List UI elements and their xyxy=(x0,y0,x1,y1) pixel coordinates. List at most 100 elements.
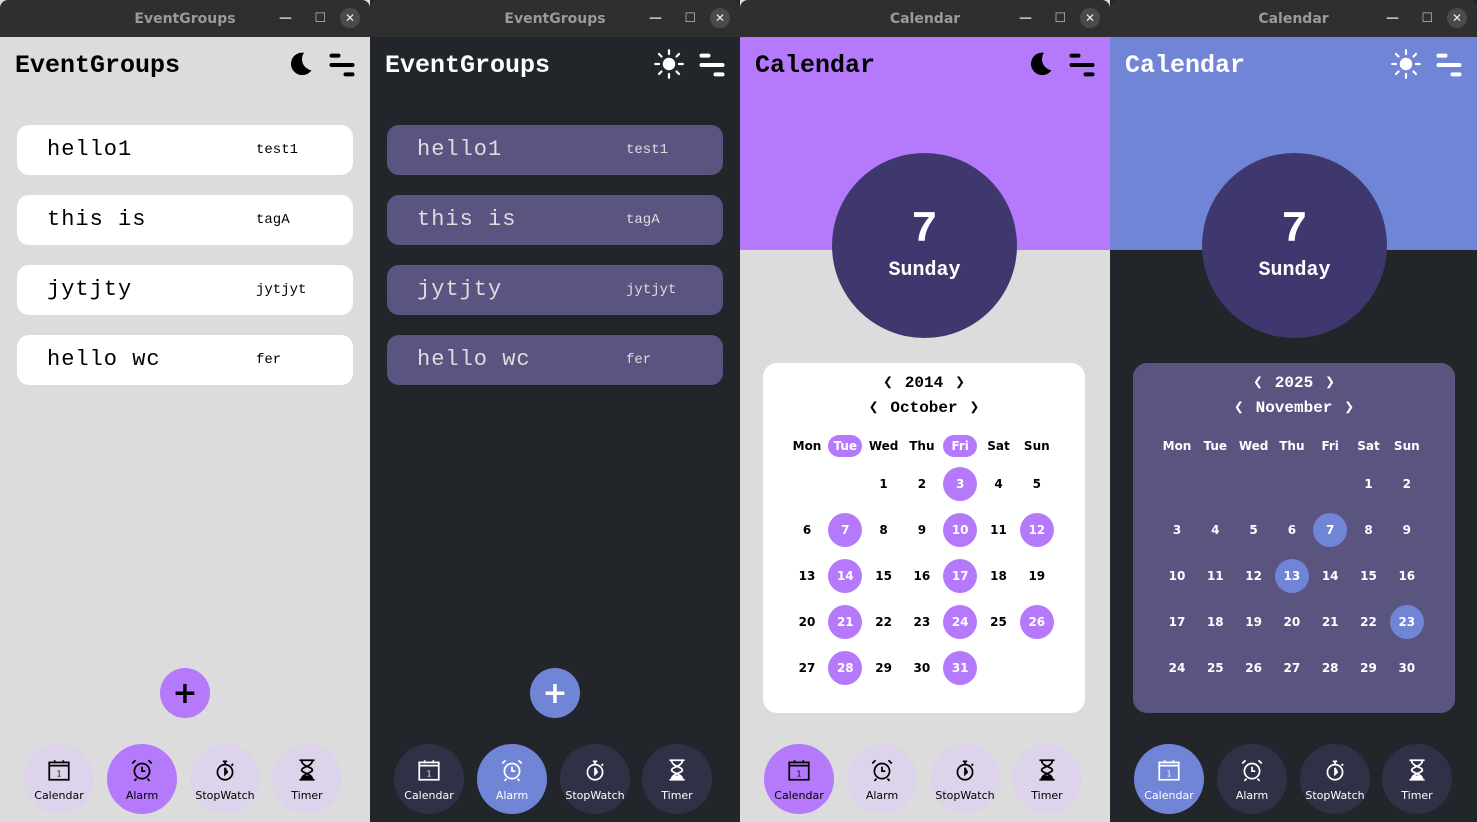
moon-icon[interactable] xyxy=(1024,49,1054,79)
sun-icon[interactable] xyxy=(1391,49,1421,79)
menu-icon[interactable] xyxy=(1068,51,1096,79)
menu-icon[interactable] xyxy=(1435,51,1463,79)
day-cell[interactable]: 9 xyxy=(905,513,939,547)
nav-alarm[interactable]: Alarm xyxy=(107,744,177,814)
minimize-button[interactable]: — xyxy=(1386,0,1399,37)
day-cell[interactable]: 22 xyxy=(867,605,901,639)
nav-alarm[interactable]: Alarm xyxy=(847,744,917,814)
prev-year-button[interactable]: ❮ xyxy=(1253,374,1263,392)
close-button[interactable]: ✕ xyxy=(710,8,730,28)
maximize-button[interactable]: ☐ xyxy=(314,0,326,37)
day-cell[interactable]: 28 xyxy=(828,651,863,685)
day-cell[interactable]: 6 xyxy=(790,513,824,547)
day-cell[interactable]: 15 xyxy=(1352,559,1386,593)
day-cell[interactable]: 8 xyxy=(1352,513,1386,547)
add-group-button[interactable]: + xyxy=(160,668,210,718)
day-cell[interactable]: 26 xyxy=(1019,605,1054,639)
sun-icon[interactable] xyxy=(654,49,684,79)
day-cell[interactable]: 17 xyxy=(1160,605,1194,639)
day-cell[interactable]: 7 xyxy=(828,513,863,547)
title-bar[interactable]: Calendar — ☐ ✕ xyxy=(740,0,1110,37)
minimize-button[interactable]: — xyxy=(279,0,292,37)
close-button[interactable]: ✕ xyxy=(1447,8,1467,28)
day-cell[interactable]: 23 xyxy=(905,605,939,639)
add-group-button[interactable]: + xyxy=(530,668,580,718)
day-cell[interactable]: 4 xyxy=(1198,513,1232,547)
day-cell[interactable]: 17 xyxy=(943,559,978,593)
group-card[interactable]: jytjty jytjyt xyxy=(17,265,353,315)
nav-calendar[interactable]: 1 Calendar xyxy=(394,744,464,814)
next-year-button[interactable]: ❯ xyxy=(1325,374,1335,392)
day-cell[interactable]: 25 xyxy=(982,605,1016,639)
day-cell[interactable]: 5 xyxy=(1237,513,1271,547)
day-cell[interactable]: 10 xyxy=(1160,559,1194,593)
day-cell[interactable]: 2 xyxy=(905,467,939,501)
day-cell[interactable]: 4 xyxy=(982,467,1016,501)
nav-timer[interactable]: Timer xyxy=(642,744,712,814)
day-cell[interactable]: 27 xyxy=(790,651,824,685)
group-card[interactable]: hello1 test1 xyxy=(387,125,723,175)
day-cell[interactable]: 11 xyxy=(982,513,1016,547)
moon-icon[interactable] xyxy=(284,49,314,79)
day-cell[interactable]: 2 xyxy=(1390,467,1424,501)
nav-timer[interactable]: Timer xyxy=(272,744,342,814)
day-cell[interactable]: 5 xyxy=(1020,467,1054,501)
day-cell[interactable]: 18 xyxy=(1198,605,1232,639)
day-cell[interactable]: 22 xyxy=(1352,605,1386,639)
prev-month-button[interactable]: ❮ xyxy=(1234,399,1244,417)
day-cell[interactable]: 19 xyxy=(1020,559,1054,593)
day-cell[interactable]: 7 xyxy=(1313,513,1348,547)
day-cell[interactable]: 25 xyxy=(1198,651,1232,685)
day-cell[interactable]: 21 xyxy=(1313,605,1347,639)
maximize-button[interactable]: ☐ xyxy=(1054,0,1066,37)
day-cell[interactable]: 3 xyxy=(1160,513,1194,547)
day-cell[interactable]: 30 xyxy=(905,651,939,685)
group-card[interactable]: hello1 test1 xyxy=(17,125,353,175)
close-button[interactable]: ✕ xyxy=(340,8,360,28)
day-cell[interactable]: 13 xyxy=(1274,559,1309,593)
nav-stopwatch[interactable]: StopWatch xyxy=(930,744,1000,814)
day-cell[interactable]: 1 xyxy=(1352,467,1386,501)
maximize-button[interactable]: ☐ xyxy=(684,0,696,37)
day-cell[interactable]: 12 xyxy=(1237,559,1271,593)
day-cell[interactable]: 8 xyxy=(867,513,901,547)
day-cell[interactable]: 9 xyxy=(1390,513,1424,547)
day-cell[interactable]: 18 xyxy=(982,559,1016,593)
group-card[interactable]: this is tagA xyxy=(387,195,723,245)
group-card[interactable]: hello wc fer xyxy=(17,335,353,385)
day-cell[interactable]: 19 xyxy=(1237,605,1271,639)
nav-calendar[interactable]: 1 Calendar xyxy=(24,744,94,814)
day-cell[interactable]: 10 xyxy=(943,513,978,547)
prev-year-button[interactable]: ❮ xyxy=(883,374,893,392)
next-year-button[interactable]: ❯ xyxy=(955,374,965,392)
day-cell[interactable]: 29 xyxy=(1352,651,1386,685)
day-cell[interactable]: 15 xyxy=(867,559,901,593)
nav-timer[interactable]: Timer xyxy=(1012,744,1082,814)
day-cell[interactable]: 26 xyxy=(1237,651,1271,685)
nav-calendar[interactable]: 1 Calendar xyxy=(1134,744,1204,814)
group-card[interactable]: this is tagA xyxy=(17,195,353,245)
nav-calendar[interactable]: 1 Calendar xyxy=(764,744,834,814)
day-cell[interactable]: 13 xyxy=(790,559,824,593)
day-cell[interactable]: 31 xyxy=(943,651,978,685)
day-cell[interactable]: 11 xyxy=(1198,559,1232,593)
next-month-button[interactable]: ❯ xyxy=(970,399,980,417)
title-bar[interactable]: Calendar — ☐ ✕ xyxy=(1110,0,1477,37)
title-bar[interactable]: EventGroups — ☐ ✕ xyxy=(0,0,370,37)
minimize-button[interactable]: — xyxy=(649,0,662,37)
day-cell[interactable]: 24 xyxy=(943,605,978,639)
next-month-button[interactable]: ❯ xyxy=(1344,399,1354,417)
day-cell[interactable]: 29 xyxy=(867,651,901,685)
group-card[interactable]: jytjty jytjyt xyxy=(387,265,723,315)
day-cell[interactable]: 24 xyxy=(1160,651,1194,685)
day-cell[interactable]: 30 xyxy=(1390,651,1424,685)
day-cell[interactable]: 12 xyxy=(1019,513,1054,547)
nav-stopwatch[interactable]: StopWatch xyxy=(560,744,630,814)
nav-timer[interactable]: Timer xyxy=(1382,744,1452,814)
nav-stopwatch[interactable]: StopWatch xyxy=(1300,744,1370,814)
nav-alarm[interactable]: Alarm xyxy=(1217,744,1287,814)
day-cell[interactable]: 16 xyxy=(905,559,939,593)
day-cell[interactable]: 3 xyxy=(943,467,978,501)
day-cell[interactable]: 27 xyxy=(1275,651,1309,685)
group-card[interactable]: hello wc fer xyxy=(387,335,723,385)
